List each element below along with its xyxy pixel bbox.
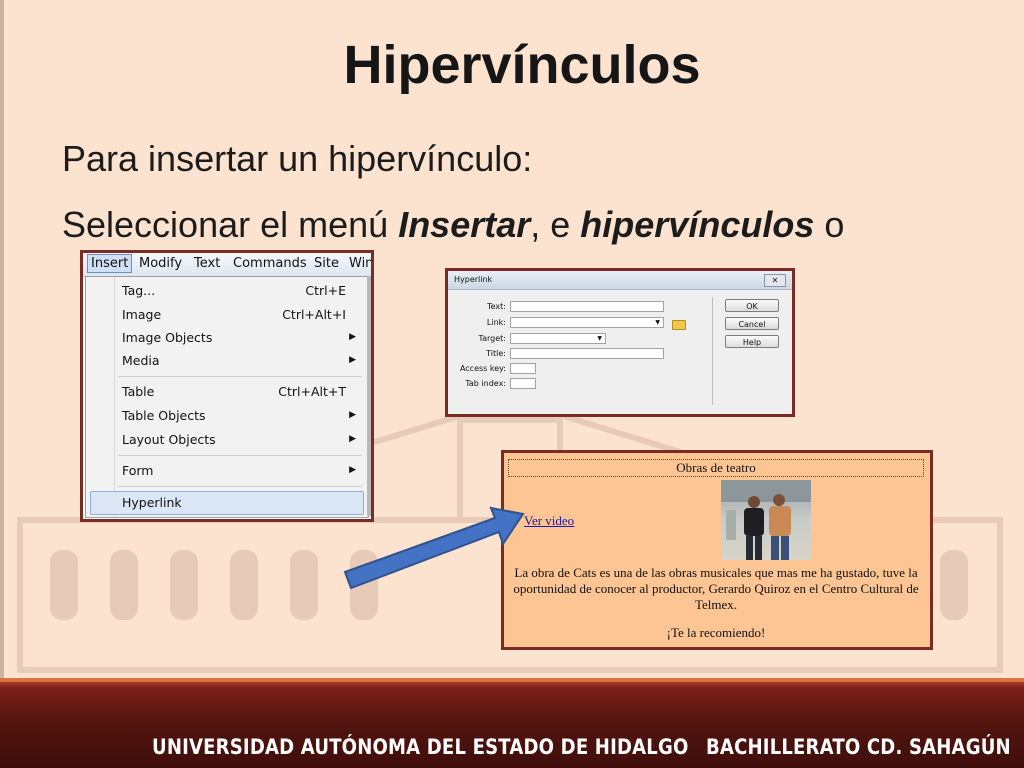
menubar-insert[interactable]: Insert	[87, 254, 133, 273]
menu-separator	[118, 486, 362, 487]
preview-closing-text: ¡Te la recomiendo!	[666, 625, 766, 640]
menu-shortcut-image: Ctrl+Alt+I	[282, 307, 346, 322]
text-label: Text:	[487, 302, 506, 311]
dialog-title: Hyperlink	[454, 275, 493, 284]
footer-school: BACHILLERATO CD. SAHAGÚN	[706, 735, 1011, 759]
arrow-icon	[343, 506, 525, 590]
submenu-arrow-icon: ▶	[349, 332, 356, 342]
insert-menu-dropdown: Tag... Ctrl+E Image Ctrl+Alt+I Image Obj…	[85, 276, 369, 518]
preview-header: Obras de teatro	[508, 459, 924, 477]
ok-button[interactable]: OK	[725, 299, 779, 312]
hyperlink-dialog: Hyperlink ✕ Text: Link: ▼ Target: ▼ Titl…	[445, 268, 795, 417]
dialog-divider	[712, 297, 713, 405]
link-label: Link:	[486, 318, 506, 327]
target-label: Target:	[478, 334, 506, 343]
menu-item-image-objects[interactable]: Image Objects	[122, 330, 212, 345]
instruction-mid: , e	[530, 204, 581, 245]
chevron-down-icon: ▼	[597, 335, 602, 342]
submenu-arrow-icon: ▶	[349, 434, 356, 444]
footer-university: UNIVERSIDAD AUTÓNOMA DEL ESTADO DE HIDAL…	[152, 735, 689, 759]
menubar-site[interactable]: Site	[314, 256, 339, 271]
menu-shortcut-table: Ctrl+Alt+T	[278, 384, 346, 399]
folder-icon[interactable]	[672, 320, 686, 330]
dialog-titlebar: Hyperlink ✕	[448, 271, 792, 290]
tab-index-input[interactable]	[510, 378, 536, 389]
menu-shortcut-tag: Ctrl+E	[305, 283, 346, 298]
help-button[interactable]: Help	[725, 335, 779, 348]
instruction-prefix: Seleccionar el menú	[62, 204, 399, 245]
instruction-suffix: o	[814, 204, 845, 245]
submenu-arrow-icon: ▶	[349, 355, 356, 365]
instruction-line-1: Para insertar un hipervínculo:	[62, 138, 533, 179]
menu-item-form[interactable]: Form	[122, 463, 154, 478]
close-icon[interactable]: ✕	[764, 274, 786, 287]
insert-menu-screenshot: Insert Modify Text Commands Site Win Tag…	[80, 250, 374, 522]
page-preview: Obras de teatro Ver video La obra de Cat…	[501, 450, 933, 650]
chevron-down-icon: ▼	[655, 319, 660, 326]
menu-item-image[interactable]: Image	[122, 307, 161, 322]
menu-item-hyperlink[interactable]: Hyperlink	[122, 495, 182, 510]
menubar-commands[interactable]: Commands	[233, 256, 307, 271]
submenu-arrow-icon: ▶	[349, 465, 356, 475]
menu-item-media[interactable]: Media	[122, 353, 160, 368]
access-key-label: Access key:	[459, 364, 506, 373]
menu-item-layout-objects[interactable]: Layout Objects	[122, 432, 216, 447]
menu-separator	[118, 376, 362, 377]
menu-bar: Insert Modify Text Commands Site Win	[83, 253, 371, 277]
target-select[interactable]: ▼	[510, 333, 606, 344]
menu-item-table-objects[interactable]: Table Objects	[122, 408, 206, 423]
slide-title: Hipervínculos	[343, 35, 701, 95]
text-input[interactable]	[510, 301, 664, 312]
title-input[interactable]	[510, 348, 664, 359]
menu-gutter	[114, 277, 115, 517]
tab-index-label: Tab index:	[465, 379, 506, 388]
menu-separator	[118, 455, 362, 456]
ver-video-link[interactable]: Ver video	[524, 513, 574, 529]
scrollbar[interactable]	[367, 276, 371, 516]
menu-item-tag[interactable]: Tag...	[122, 283, 155, 298]
preview-body-text: La obra de Cats es una de las obras musi…	[513, 565, 919, 612]
menu-item-table[interactable]: Table	[122, 384, 154, 399]
instruction-hyperlink-word: hipervínculos	[580, 204, 815, 245]
instruction-insert-word: Insertar	[398, 204, 531, 245]
cancel-button[interactable]: Cancel	[725, 317, 779, 330]
menubar-window[interactable]: Win	[349, 256, 371, 271]
link-combobox[interactable]: ▼	[510, 317, 664, 328]
menubar-text[interactable]: Text	[194, 256, 220, 271]
footer-highlight	[0, 678, 1024, 682]
access-key-input[interactable]	[510, 363, 536, 374]
people-photo-icon	[721, 480, 811, 560]
title-label: Title:	[486, 349, 506, 358]
photo-image	[721, 480, 811, 560]
submenu-arrow-icon: ▶	[349, 410, 356, 420]
instruction-line-2: Seleccionar el menú Insertar, e hipervín…	[62, 204, 844, 246]
menubar-modify[interactable]: Modify	[139, 256, 182, 271]
